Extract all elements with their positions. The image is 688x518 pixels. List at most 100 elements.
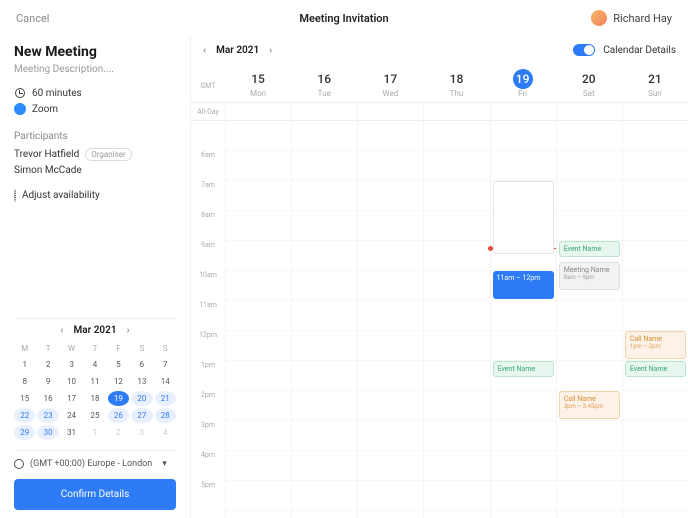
- day-header[interactable]: 20Sat: [556, 64, 622, 102]
- timezone-selector[interactable]: (GMT +00:00) Europe - London ▾: [14, 450, 176, 469]
- calendar-details-toggle[interactable]: [573, 44, 595, 56]
- cancel-button[interactable]: Cancel: [16, 12, 49, 25]
- mini-cal-day[interactable]: 9: [37, 374, 58, 389]
- user-chip[interactable]: Richard Hay: [591, 10, 672, 26]
- day-header[interactable]: 15Mon: [225, 64, 291, 102]
- mini-cal-day[interactable]: 4: [155, 425, 176, 440]
- event-title: Call Name: [564, 395, 615, 403]
- day-column[interactable]: [225, 121, 291, 518]
- time-label: 12pm: [191, 331, 225, 361]
- timezone-label: (GMT +00:00) Europe - London: [30, 459, 152, 469]
- calendar-event[interactable]: Event Name: [493, 361, 554, 377]
- mini-cal-day[interactable]: 3: [61, 357, 82, 372]
- day-number: 17: [380, 69, 400, 89]
- event-title: Event Name: [630, 365, 681, 373]
- mini-cal-dow: S: [155, 342, 176, 355]
- event-time: 3pm – 3.45pm: [564, 403, 615, 410]
- day-number: 15: [248, 69, 268, 89]
- time-label: 1pm: [191, 361, 225, 391]
- mini-cal-day[interactable]: 31: [61, 425, 82, 440]
- day-column[interactable]: 11am – 12pm Event Name: [490, 121, 556, 518]
- mini-cal-day[interactable]: 2: [37, 357, 58, 372]
- mini-cal-dow: M: [14, 342, 35, 355]
- calendar-event[interactable]: Call Name3pm – 3.45pm: [559, 391, 620, 419]
- mini-cal-day[interactable]: 17: [61, 391, 82, 406]
- gmt-label: GMT: [191, 64, 225, 102]
- mini-cal-day[interactable]: 19: [108, 391, 129, 406]
- adjust-availability-button[interactable]: Adjust availability: [14, 190, 176, 201]
- confirm-details-button[interactable]: Confirm Details: [14, 479, 176, 510]
- mini-cal-next[interactable]: ›: [127, 325, 130, 336]
- time-label: 6am: [191, 151, 225, 181]
- day-header[interactable]: 21Sun: [622, 64, 688, 102]
- mini-cal-day[interactable]: 14: [155, 374, 176, 389]
- calendar-event[interactable]: Event Name: [559, 241, 620, 257]
- event-title: Event Name: [498, 365, 549, 373]
- mini-cal-day[interactable]: 13: [131, 374, 152, 389]
- mini-cal-prev[interactable]: ‹: [60, 325, 63, 336]
- avatar: [591, 10, 607, 26]
- mini-cal-day[interactable]: 27: [131, 408, 152, 423]
- day-of-week: Thu: [423, 89, 489, 98]
- event-time: 1pm – 2pm: [630, 343, 681, 350]
- mini-cal-day[interactable]: 2: [108, 425, 129, 440]
- mini-cal-day[interactable]: 28: [155, 408, 176, 423]
- day-header[interactable]: 16Tue: [291, 64, 357, 102]
- calendar-event[interactable]: Meeting Name8am – 9pm: [559, 262, 620, 290]
- day-header[interactable]: 19Fri: [490, 64, 556, 102]
- mini-cal-day[interactable]: 5: [108, 357, 129, 372]
- mini-cal-day[interactable]: 24: [61, 408, 82, 423]
- mini-cal-day[interactable]: 22: [14, 408, 35, 423]
- day-column[interactable]: [291, 121, 357, 518]
- meeting-platform: Zoom: [32, 104, 58, 115]
- day-column[interactable]: Event Name Meeting Name8am – 9pm Call Name…: [556, 121, 622, 518]
- calendar-event[interactable]: [493, 181, 554, 254]
- participant-name: Trevor Hatfield: [14, 149, 79, 160]
- mini-cal-day[interactable]: 23: [37, 408, 58, 423]
- mini-cal-day[interactable]: 1: [84, 425, 105, 440]
- mini-cal-day[interactable]: 25: [84, 408, 105, 423]
- day-of-week: Mon: [225, 89, 291, 98]
- time-label: 7am: [191, 181, 225, 211]
- mini-cal-dow: S: [131, 342, 152, 355]
- mini-cal-day[interactable]: 7: [155, 357, 176, 372]
- mini-cal-day[interactable]: 30: [37, 425, 58, 440]
- page-title: Meeting Invitation: [299, 12, 388, 25]
- day-header[interactable]: 18Thu: [423, 64, 489, 102]
- day-column[interactable]: [423, 121, 489, 518]
- meeting-title: New Meeting: [14, 44, 176, 60]
- mini-cal-day[interactable]: 20: [131, 391, 152, 406]
- mini-cal-day[interactable]: 15: [14, 391, 35, 406]
- calendar-event[interactable]: 11am – 12pm: [493, 271, 554, 299]
- day-header[interactable]: 17Wed: [357, 64, 423, 102]
- mini-cal-day[interactable]: 29: [14, 425, 35, 440]
- mini-cal-day[interactable]: 18: [84, 391, 105, 406]
- mini-cal-day[interactable]: 12: [108, 374, 129, 389]
- mini-cal-day[interactable]: 8: [14, 374, 35, 389]
- day-column[interactable]: [357, 121, 423, 518]
- mini-cal-day[interactable]: 10: [61, 374, 82, 389]
- event-title: 11am – 12pm: [497, 274, 550, 282]
- day-column[interactable]: Call Name1pm – 2pm Event Name: [622, 121, 688, 518]
- mini-cal-month: Mar 2021: [74, 325, 117, 336]
- mini-cal-day[interactable]: 1: [14, 357, 35, 372]
- calendar-event[interactable]: Call Name1pm – 2pm: [625, 331, 686, 359]
- mini-cal-day[interactable]: 6: [131, 357, 152, 372]
- mini-cal-day[interactable]: 11: [84, 374, 105, 389]
- day-number: 16: [314, 69, 334, 89]
- cal-month-label: Mar 2021: [216, 45, 259, 56]
- cal-next-week[interactable]: ›: [269, 45, 272, 56]
- mini-cal-day[interactable]: 16: [37, 391, 58, 406]
- meeting-description[interactable]: Meeting Description....: [14, 64, 176, 75]
- globe-icon: [14, 459, 24, 469]
- mini-cal-day[interactable]: 3: [131, 425, 152, 440]
- mini-cal-day[interactable]: 26: [108, 408, 129, 423]
- participants-label: Participants: [14, 131, 176, 142]
- mini-cal-day[interactable]: 21: [155, 391, 176, 406]
- day-of-week: Sun: [622, 89, 688, 98]
- calendar-event[interactable]: Event Name: [625, 361, 686, 377]
- adjust-availability-label: Adjust availability: [22, 190, 100, 201]
- mini-cal-day[interactable]: 4: [84, 357, 105, 372]
- mini-cal-dow: F: [108, 342, 129, 355]
- cal-prev-week[interactable]: ‹: [203, 45, 206, 56]
